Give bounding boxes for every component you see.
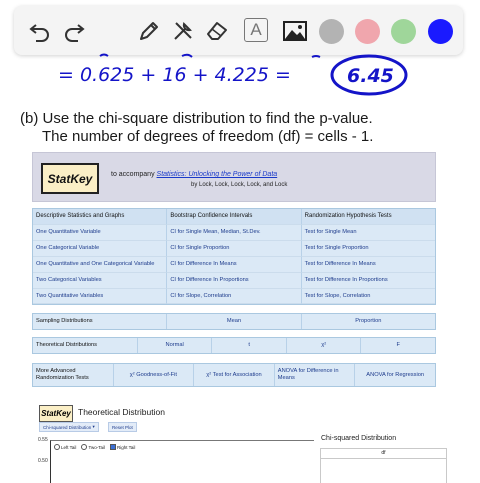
statkey-logo: StatKey bbox=[41, 163, 99, 194]
table-row: One Quantitative Variable CI for Single … bbox=[33, 225, 435, 242]
link-test-diff-means[interactable]: Test for Difference In Means bbox=[301, 257, 435, 273]
question-part-b: (b) Use the chi-square distribution to f… bbox=[20, 110, 373, 127]
authors: by Lock, Lock, Lock, Lock, and Lock bbox=[191, 182, 288, 188]
side-panel-title: Chi-squared Distribution bbox=[321, 435, 397, 442]
header-descriptive: Descriptive Statistics and Graphs bbox=[33, 209, 168, 226]
theoretical-distributions-bar: Theoretical Distributions Normal t χ² F bbox=[32, 337, 436, 354]
statkey-header: StatKey to accompany Statistics: Unlocki… bbox=[32, 152, 436, 202]
link-ci-diff-props[interactable]: CI for Difference In Proportions bbox=[167, 272, 302, 289]
link-one-cat[interactable]: One Categorical Variable bbox=[33, 241, 168, 257]
link-one-quant[interactable]: One Quantitative Variable bbox=[33, 225, 168, 242]
book-link[interactable]: Statistics: Unlocking the Power of Data bbox=[157, 171, 278, 178]
link-quant-cat[interactable]: One Quantitative and One Categorical Var… bbox=[33, 256, 168, 273]
header-bootstrap: Bootstrap Confidence Intervals bbox=[167, 209, 302, 226]
right-tail-option[interactable]: Right Tail bbox=[109, 444, 135, 450]
statkey-menu: StatKey to accompany Statistics: Unlocki… bbox=[30, 152, 436, 390]
radio-icon bbox=[54, 444, 60, 450]
reset-plot-button[interactable]: Reset Plot bbox=[108, 422, 137, 432]
link-t[interactable]: t bbox=[212, 338, 287, 353]
two-tail-option[interactable]: Two-Tail bbox=[81, 444, 105, 450]
link-ci-single-prop[interactable]: CI for Single Proportion bbox=[167, 241, 302, 257]
link-anova-regression[interactable]: ANOVA for Regression bbox=[355, 364, 435, 386]
link-test-single-prop[interactable]: Test for Single Proportion bbox=[301, 241, 435, 257]
link-sampling-mean[interactable]: Mean bbox=[167, 314, 302, 329]
table-row: Two Quantitative Variables CI for Slope,… bbox=[33, 288, 435, 305]
distribution-select[interactable]: Chi-squared Distribution ▾ bbox=[39, 422, 99, 432]
sampling-label: Sampling Distributions bbox=[33, 314, 168, 329]
panel-title: Theoretical Distribution bbox=[78, 407, 165, 417]
link-ci-slope[interactable]: CI for Slope, Correlation bbox=[167, 288, 302, 305]
table-row: One Categorical Variable CI for Single P… bbox=[33, 241, 435, 257]
header-randomization: Randomization Hypothesis Tests bbox=[301, 209, 435, 226]
table-header-row: Descriptive Statistics and Graphs Bootst… bbox=[33, 209, 435, 226]
link-two-cat[interactable]: Two Categorical Variables bbox=[33, 272, 168, 289]
theoretical-label: Theoretical Distributions bbox=[33, 338, 138, 353]
statkey-procedure-table: Descriptive Statistics and Graphs Bootst… bbox=[32, 208, 436, 306]
left-tail-option[interactable]: Left Tail bbox=[54, 444, 76, 450]
handwritten-work: = 0.625 + 16 + 4.225 = 6.45 bbox=[58, 53, 408, 96]
handwritten-equation: = 0.625 + 16 + 4.225 = bbox=[58, 64, 291, 86]
statkey-logo-small: StatKey bbox=[39, 405, 73, 422]
link-test-slope[interactable]: Test for Slope, Correlation bbox=[301, 289, 435, 305]
y-tick: 0.50 bbox=[38, 458, 48, 464]
table-row: Two Categorical Variables CI for Differe… bbox=[33, 272, 435, 289]
handwritten-answer: 6.45 bbox=[347, 65, 394, 87]
radio-icon bbox=[81, 444, 88, 450]
advanced-tests-bar: More Advanced Randomization Tests χ² Goo… bbox=[32, 363, 436, 387]
link-anova-means[interactable]: ANOVA for Difference in Means bbox=[275, 364, 356, 386]
tail-options: Left Tail Two-Tail Right Tail bbox=[54, 444, 135, 450]
sampling-distributions-bar: Sampling Distributions Mean Proportion bbox=[32, 313, 436, 330]
table-row: One Quantitative and One Categorical Var… bbox=[33, 256, 435, 273]
checked-checkbox-icon bbox=[109, 444, 116, 450]
link-goodness-of-fit[interactable]: χ² Goodness-of-Fit bbox=[114, 364, 195, 386]
link-test-single-mean[interactable]: Test for Single Mean bbox=[301, 225, 435, 242]
theoretical-distribution-panel: StatKey Theoretical Distribution Chi-squ… bbox=[28, 400, 448, 483]
link-test-association[interactable]: χ² Test for Association bbox=[194, 364, 275, 386]
link-ci-single-mean[interactable]: CI for Single Mean, Median, St.Dev. bbox=[167, 225, 302, 242]
link-normal[interactable]: Normal bbox=[138, 338, 213, 353]
chevron-down-icon: ▾ bbox=[92, 424, 95, 429]
advanced-label: More Advanced Randomization Tests bbox=[33, 364, 114, 386]
link-two-quant[interactable]: Two Quantitative Variables bbox=[33, 288, 168, 305]
link-sampling-proportion[interactable]: Proportion bbox=[302, 314, 435, 329]
link-f[interactable]: F bbox=[361, 338, 435, 353]
y-tick: 0.55 bbox=[38, 437, 48, 443]
link-ci-diff-means[interactable]: CI for Difference In Means bbox=[167, 256, 302, 273]
df-label: df bbox=[381, 450, 386, 456]
link-test-diff-props[interactable]: Test for Difference In Proportions bbox=[301, 273, 435, 289]
degrees-of-freedom-note: The number of degrees of freedom (df) = … bbox=[42, 128, 374, 145]
parameter-box: df bbox=[320, 448, 447, 483]
link-chi-squared[interactable]: χ² bbox=[287, 338, 362, 353]
accompany-line: to accompany Statistics: Unlocking the P… bbox=[111, 171, 278, 178]
